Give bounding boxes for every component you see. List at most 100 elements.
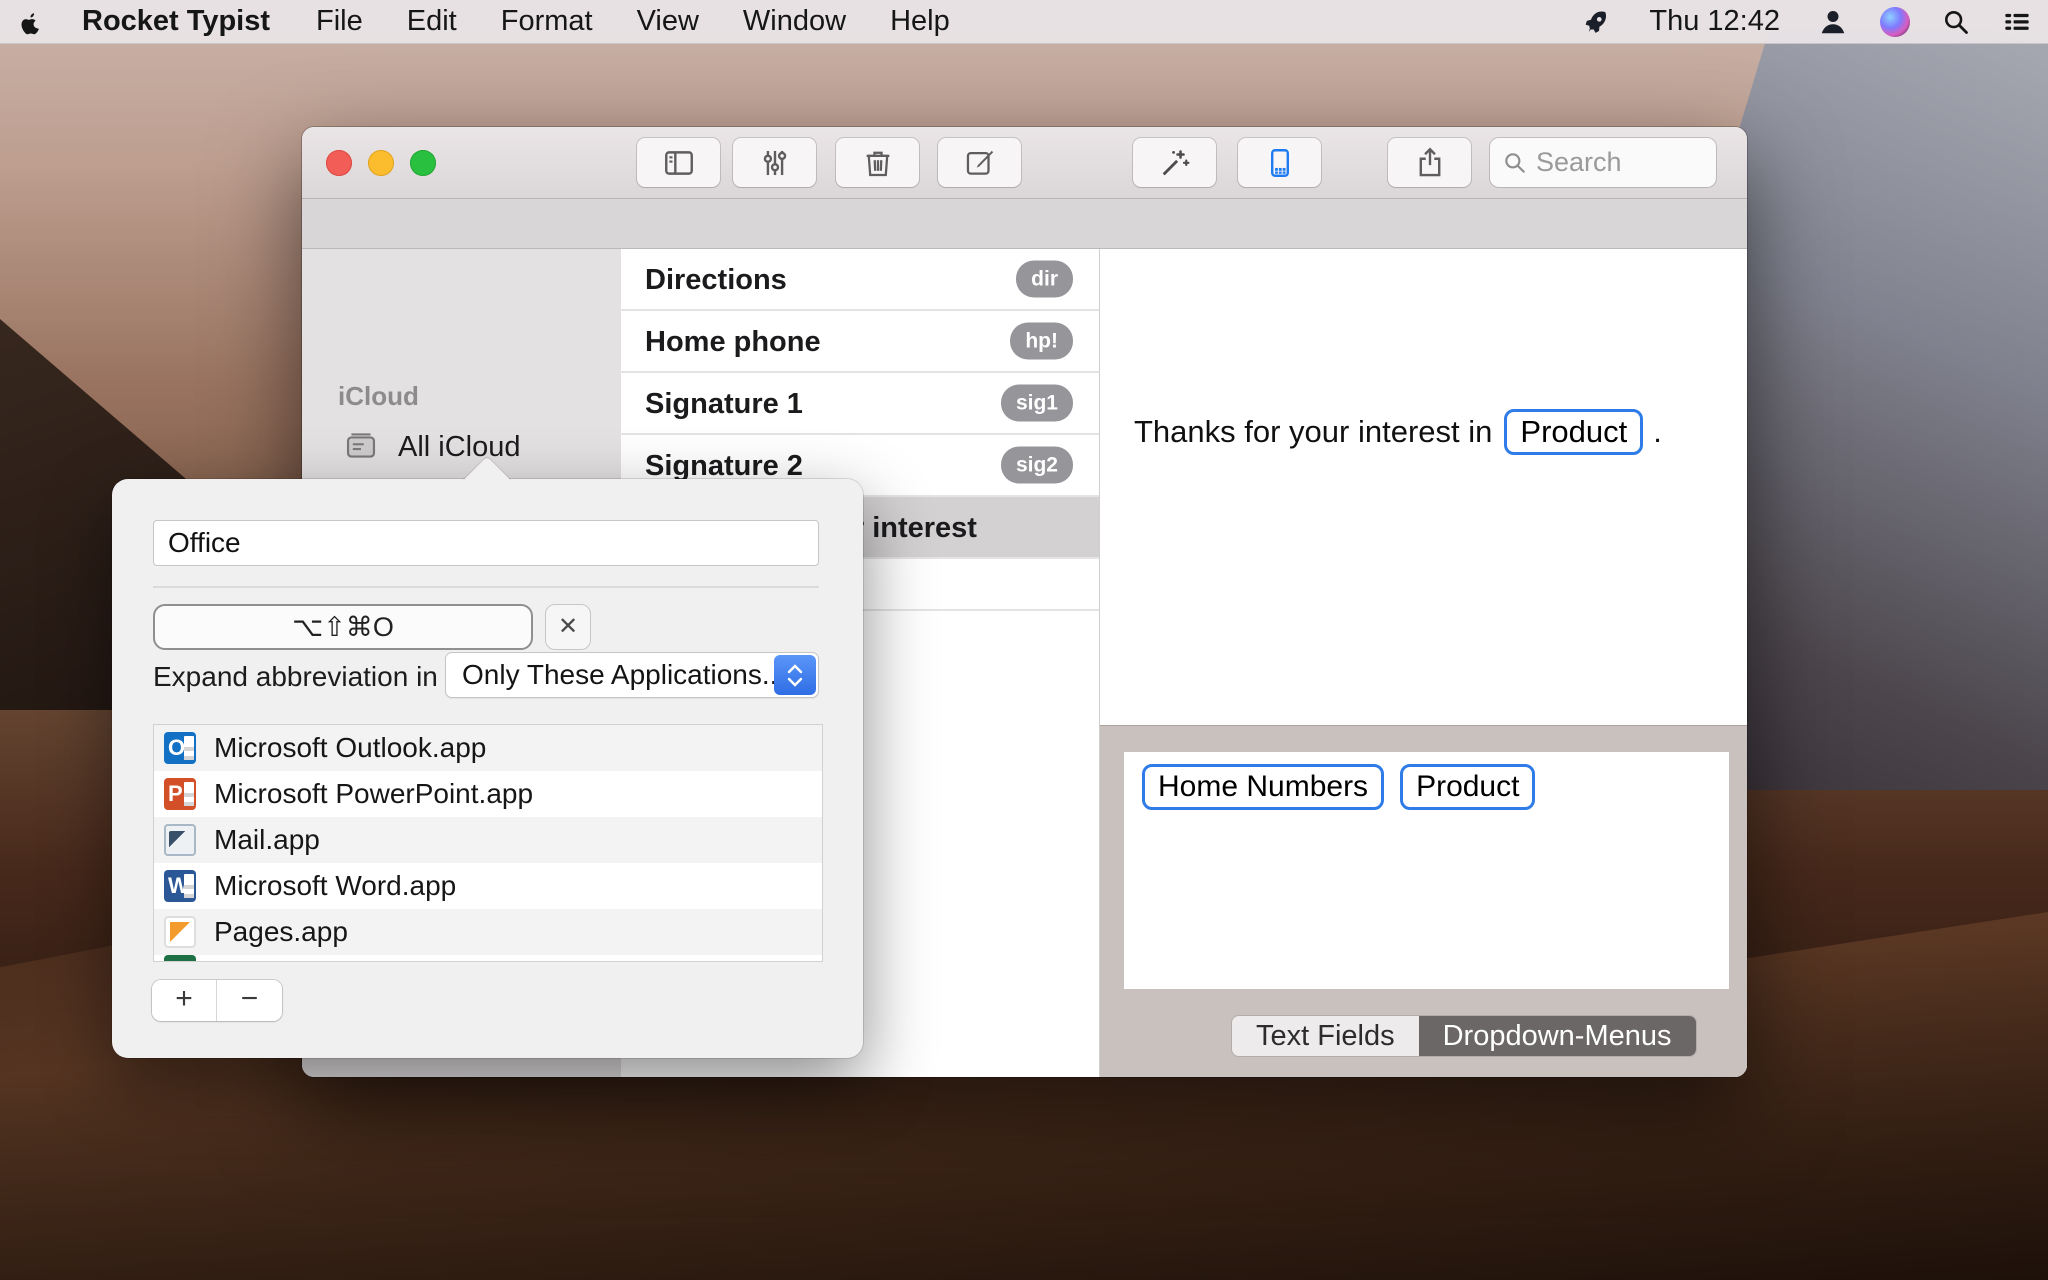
- fast-user-switching-icon[interactable]: [1802, 7, 1864, 37]
- delete-snippet-button[interactable]: [836, 138, 919, 187]
- app-name: Mail.app: [214, 824, 320, 855]
- chevron-down-icon: [787, 677, 803, 687]
- snippet-group-popover: ⌥⇧⌘O ✕ Expand abbreviation in Only These…: [112, 456, 863, 1058]
- app-row-outlook[interactable]: O Microsoft Outlook.app: [154, 725, 822, 771]
- app-name: Microsoft PowerPoint.app: [214, 778, 534, 809]
- menu-window[interactable]: Window: [721, 5, 868, 38]
- hotkey-recorder-field[interactable]: ⌥⇧⌘O: [153, 604, 533, 650]
- sidebar-item-all-icloud[interactable]: All iCloud: [302, 421, 621, 473]
- expand-scope-dropdown[interactable]: Only These Applications...: [445, 652, 819, 698]
- application-list: O Microsoft Outlook.app P Microsoft Powe…: [153, 724, 823, 962]
- menu-help[interactable]: Help: [868, 5, 972, 38]
- menu-edit[interactable]: Edit: [385, 5, 479, 38]
- close-button[interactable]: [326, 150, 352, 176]
- rocket-typist-status-icon[interactable]: [1567, 8, 1627, 36]
- tab-text-fields[interactable]: Text Fields: [1232, 1016, 1419, 1056]
- mail-app-icon: [164, 824, 196, 856]
- remove-application-button[interactable]: −: [217, 980, 282, 1021]
- search-icon: [1945, 10, 1968, 34]
- snippet-row-directions[interactable]: Directions dir: [621, 249, 1099, 311]
- snippet-row-home-phone[interactable]: Home phone hp!: [621, 311, 1099, 373]
- app-row-word[interactable]: W Microsoft Word.app: [154, 863, 822, 909]
- app-row-powerpoint[interactable]: P Microsoft PowerPoint.app: [154, 771, 822, 817]
- close-icon: ✕: [557, 613, 579, 640]
- expand-snippet-button[interactable]: [1133, 138, 1216, 187]
- compose-icon: [966, 150, 993, 175]
- dropdown-stepper: [774, 655, 816, 695]
- abbreviation-badge: sig1: [1000, 384, 1073, 422]
- pages-app-icon: [164, 916, 196, 948]
- snippet-preview-text: Thanks for your interest in Product .: [1134, 409, 1662, 455]
- filter-options-button[interactable]: [733, 138, 816, 187]
- menu-bar: Rocket Typist File Edit Format View Wind…: [0, 0, 2048, 44]
- app-row-mail[interactable]: Mail.app: [154, 817, 822, 863]
- apple-menu[interactable]: [0, 7, 58, 37]
- toolbar-search-field[interactable]: [1490, 138, 1716, 187]
- sidebar-icon: [664, 150, 693, 175]
- group-name-input[interactable]: [153, 520, 819, 566]
- menu-view[interactable]: View: [615, 5, 721, 38]
- rocket-icon: [1586, 11, 1607, 33]
- share-button[interactable]: [1388, 138, 1471, 187]
- placeholder-type-tabs: Text Fields Dropdown-Menus: [1232, 1016, 1696, 1056]
- sidebar-section-header: iCloud: [338, 381, 419, 411]
- abbreviation-badge: hp!: [1010, 322, 1073, 360]
- clear-hotkey-button[interactable]: ✕: [545, 604, 591, 650]
- search-input[interactable]: [1536, 147, 1696, 178]
- expand-abbreviation-label: Expand abbreviation in: [153, 661, 438, 692]
- snippet-title: Signature 2: [645, 450, 803, 482]
- placeholders-panel: Home Numbers Product Text Fields Dropdow…: [1100, 725, 1747, 1077]
- menubar-app-name[interactable]: Rocket Typist: [58, 5, 294, 38]
- minimize-button[interactable]: [368, 150, 394, 176]
- apple-logo-icon: [21, 12, 39, 34]
- share-icon: [1419, 147, 1440, 176]
- app-name: Pages.app: [214, 916, 348, 947]
- magic-wand-icon: [1162, 149, 1189, 175]
- all-snippets-icon: [344, 432, 380, 462]
- preview-text-before: Thanks for your interest in: [1134, 414, 1493, 449]
- app-name: Microsoft Word.app: [214, 870, 457, 901]
- add-application-button[interactable]: +: [152, 980, 217, 1021]
- snippet-title: Signature 1: [645, 388, 803, 420]
- notification-center-icon[interactable]: [1986, 8, 2048, 36]
- tab-dropdown-menus[interactable]: Dropdown-Menus: [1418, 1016, 1696, 1056]
- window-subtoolbar: [302, 199, 1747, 249]
- user-icon: [1821, 10, 1845, 33]
- siri-icon: [1880, 6, 1910, 37]
- excel-app-icon: [164, 955, 196, 961]
- search-icon: [1505, 152, 1525, 173]
- window-titlebar[interactable]: [302, 127, 1747, 199]
- menu-format[interactable]: Format: [479, 5, 615, 38]
- outlook-app-icon: O: [164, 732, 196, 764]
- snippet-title: Directions: [645, 264, 787, 296]
- zoom-button[interactable]: [410, 150, 436, 176]
- powerpoint-app-icon: P: [164, 778, 196, 810]
- placeholder-token-product[interactable]: Product: [1400, 764, 1536, 810]
- spotlight-icon[interactable]: [1926, 8, 1986, 36]
- snippet-preview-pane: Thanks for your interest in Product . Ho…: [1100, 249, 1747, 1077]
- placeholder-token-home-numbers[interactable]: Home Numbers: [1142, 764, 1385, 810]
- app-row-pages[interactable]: Pages.app: [154, 909, 822, 955]
- chevron-up-icon: [787, 663, 803, 673]
- menubar-clock[interactable]: Thu 12:42: [1627, 5, 1802, 38]
- device-keyboard-icon: [1270, 148, 1289, 177]
- sidebar-item-label: All iCloud: [398, 430, 521, 463]
- snippet-title: Home phone: [645, 326, 821, 358]
- preview-text-after: .: [1653, 414, 1662, 449]
- word-app-icon: W: [164, 870, 196, 902]
- placeholder-tokens-box: Home Numbers Product: [1124, 752, 1729, 989]
- app-name: Microsoft Outlook.app: [214, 732, 487, 763]
- divider: [153, 586, 819, 588]
- preview-placeholder-token[interactable]: Product: [1504, 409, 1644, 455]
- preview-device-button[interactable]: [1238, 138, 1321, 187]
- app-row-partial[interactable]: [154, 955, 822, 961]
- menu-file[interactable]: File: [294, 5, 385, 38]
- abbreviation-badge: sig2: [1000, 446, 1073, 484]
- siri-menu-icon[interactable]: [1864, 6, 1926, 37]
- dropdown-selected-value: Only These Applications...: [462, 659, 786, 690]
- new-snippet-button[interactable]: [938, 138, 1021, 187]
- sliders-icon: [763, 150, 786, 175]
- abbreviation-badge: dir: [1016, 260, 1073, 298]
- toggle-sidebar-button[interactable]: [637, 138, 720, 187]
- snippet-row-signature-1[interactable]: Signature 1 sig1: [621, 373, 1099, 435]
